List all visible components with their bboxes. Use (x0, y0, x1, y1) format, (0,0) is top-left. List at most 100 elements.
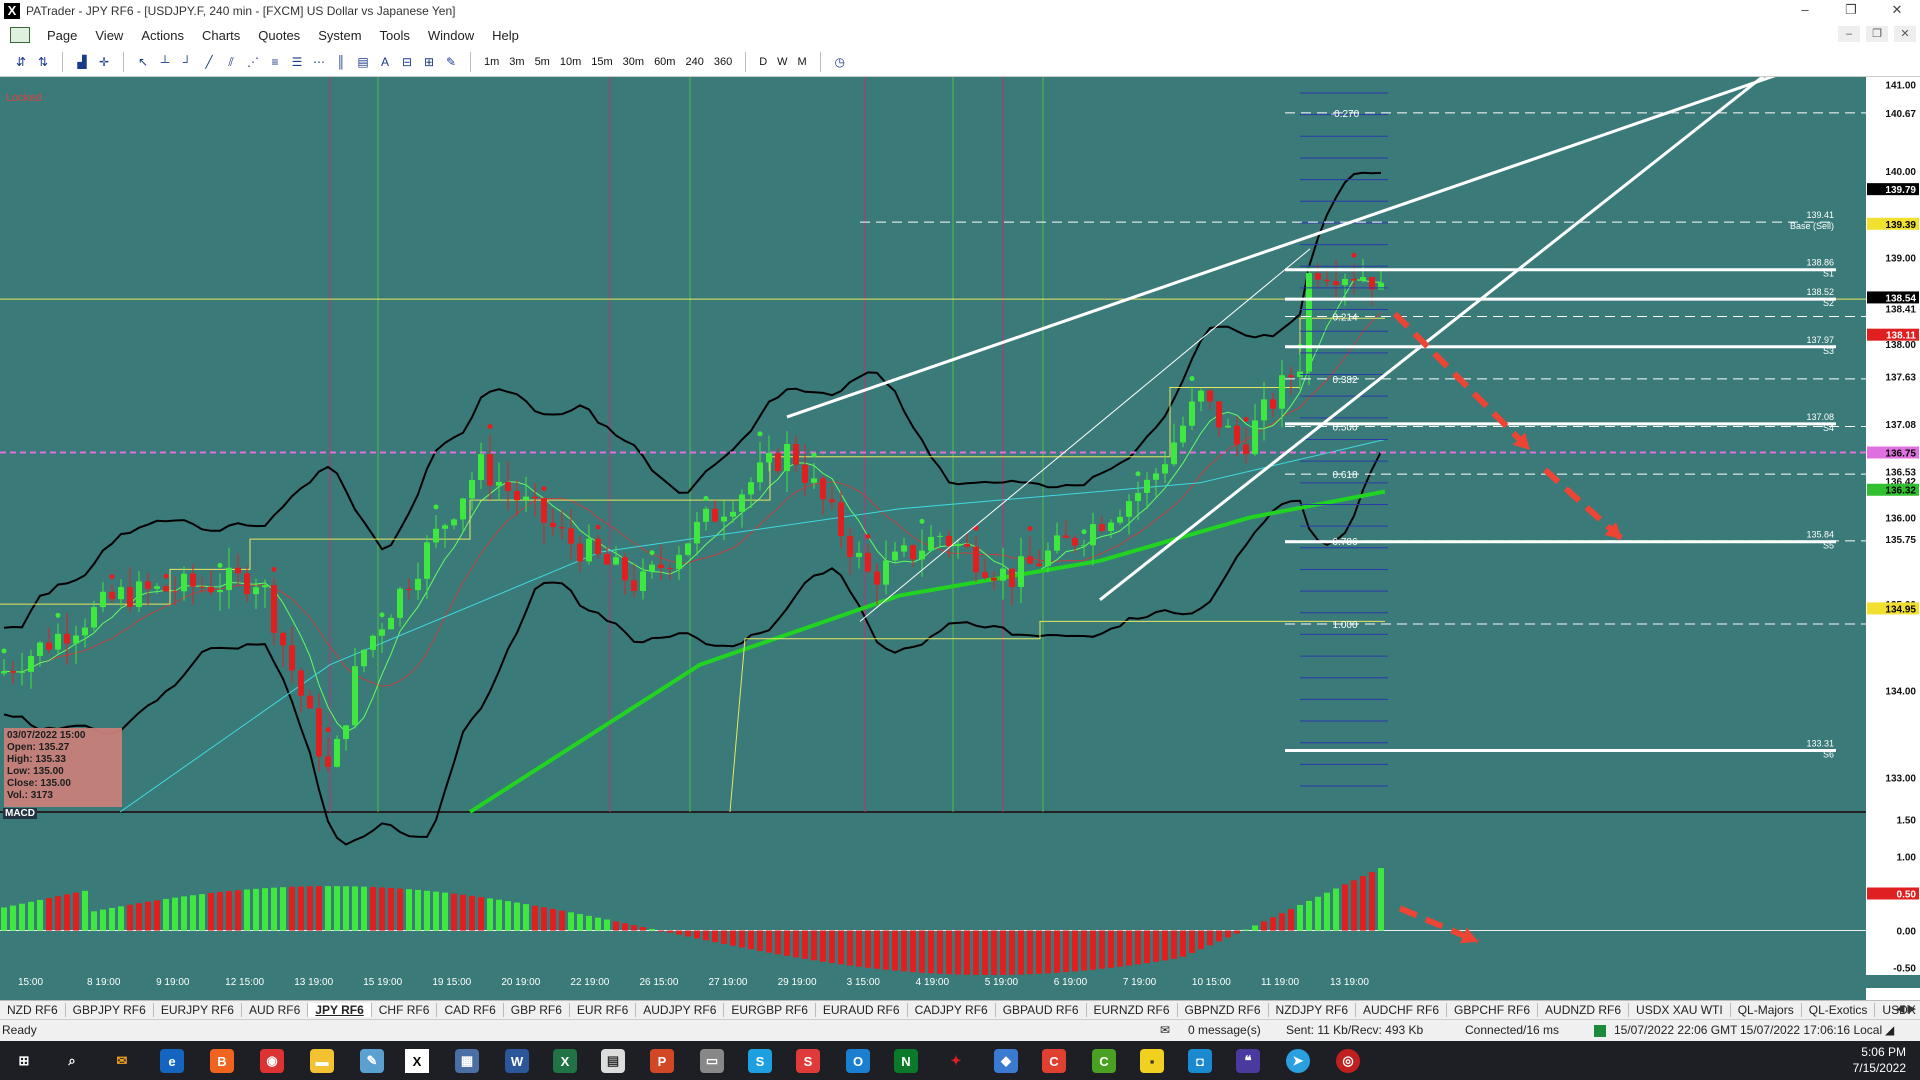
outlook-icon[interactable]: O (846, 1049, 870, 1073)
menu-window[interactable]: Window (419, 28, 483, 43)
tab-chf-rf6[interactable]: CHF RF6 (372, 1003, 438, 1017)
buy-order-icon[interactable]: ⇵ (11, 52, 31, 72)
vertical-line-icon[interactable]: ┘ (177, 52, 197, 72)
text-tool-icon[interactable]: A (375, 52, 395, 72)
skype-icon[interactable]: S (748, 1049, 772, 1073)
channel-icon[interactable]: ⫽ (221, 52, 241, 72)
word-icon[interactable]: W (505, 1049, 529, 1073)
fibonacci-extension-icon[interactable]: ☰ (287, 52, 307, 72)
chart-type-icon[interactable]: ▟ (72, 52, 92, 72)
menu-charts[interactable]: Charts (193, 28, 249, 43)
chart-menu-icon[interactable] (10, 27, 30, 43)
speed-lines-icon[interactable]: ⊟ (397, 52, 417, 72)
price-chart[interactable]: -0.2700.2140.3820.5000.6180.7861.000139.… (0, 77, 1920, 1006)
horizontal-line-icon[interactable]: ┴ (155, 52, 175, 72)
tab-audjpy-rf6[interactable]: AUDJPY RF6 (636, 1003, 725, 1017)
gann-fan-icon[interactable]: ⋯ (309, 52, 329, 72)
tab-gbpchf-rf6[interactable]: GBPCHF RF6 (1447, 1003, 1539, 1017)
period-monthly-button[interactable]: M (793, 56, 812, 68)
tab-gbp-rf6[interactable]: GBP RF6 (504, 1003, 570, 1017)
calendar-app-icon[interactable]: ▤ (601, 1049, 625, 1073)
menu-quotes[interactable]: Quotes (249, 28, 309, 43)
close-button[interactable]: ✕ (1874, 0, 1920, 22)
trendline-icon[interactable]: ╱ (199, 52, 219, 72)
red-bird-icon[interactable]: ✦ (944, 1049, 968, 1073)
minimize-button[interactable]: – (1782, 0, 1828, 22)
restore-button[interactable]: ❐ (1828, 0, 1874, 22)
timeframe-60m-button[interactable]: 60m (649, 56, 680, 68)
tab-aud-rf6[interactable]: AUD RF6 (242, 1003, 309, 1017)
tab-eurjpy-rf6[interactable]: EURJPY RF6 (154, 1003, 242, 1017)
time-cycles-icon[interactable]: ║ (331, 52, 351, 72)
printer-icon[interactable]: ▭ (700, 1049, 724, 1073)
menu-system[interactable]: System (309, 28, 370, 43)
calculator-icon[interactable]: ▦ (455, 1049, 479, 1073)
search-icon[interactable]: ⌕ (60, 1049, 84, 1073)
tab-gbpnzd-rf6[interactable]: GBPNZD RF6 (1178, 1003, 1269, 1017)
chrome-browser-icon[interactable]: ◉ (260, 1049, 284, 1073)
edge-browser-icon[interactable]: e (160, 1049, 184, 1073)
timeframe-5m-button[interactable]: 5m (530, 56, 555, 68)
timeframe-30m-button[interactable]: 30m (618, 56, 649, 68)
powerpoint-icon[interactable]: P (650, 1049, 674, 1073)
timeframe-3m-button[interactable]: 3m (504, 56, 529, 68)
brave-browser-icon[interactable]: B (210, 1049, 234, 1073)
clock-icon[interactable]: ◷ (830, 52, 850, 72)
tab-ql-exotics[interactable]: QL-Exotics (1802, 1003, 1876, 1017)
tab-eurgbp-rf6[interactable]: EURGBP RF6 (724, 1003, 816, 1017)
pivot-levels-icon[interactable]: ▤ (353, 52, 373, 72)
fibonacci-fan-icon[interactable]: ⋰ (243, 52, 263, 72)
period-daily-button[interactable]: D (754, 56, 772, 68)
outlook-bird-icon[interactable]: ✉ (110, 1049, 134, 1073)
menu-actions[interactable]: Actions (132, 28, 193, 43)
green-c-icon[interactable]: C (1092, 1049, 1116, 1073)
file-explorer-icon[interactable]: ▬ (310, 1049, 334, 1073)
tab-nzd-rf6[interactable]: NZD RF6 (0, 1003, 66, 1017)
menu-tools[interactable]: Tools (371, 28, 419, 43)
red-circle-app-icon[interactable]: ◎ (1336, 1049, 1360, 1073)
timeframe-15m-button[interactable]: 15m (586, 56, 617, 68)
tab-ql-majors[interactable]: QL-Majors (1731, 1003, 1802, 1017)
menu-view[interactable]: View (86, 28, 132, 43)
tab-nzdjpy-rf6[interactable]: NZDJPY RF6 (1269, 1003, 1356, 1017)
tab-audchf-rf6[interactable]: AUDCHF RF6 (1356, 1003, 1448, 1017)
fibonacci-retracement-icon[interactable]: ≡ (265, 52, 285, 72)
timeframe-1m-button[interactable]: 1m (479, 56, 504, 68)
tab-eurnzd-rf6[interactable]: EURNZD RF6 (1087, 1003, 1178, 1017)
tab-gbpaud-rf6[interactable]: GBPAUD RF6 (996, 1003, 1087, 1017)
tab-euraud-rf6[interactable]: EURAUD RF6 (816, 1003, 908, 1017)
chart-canvas[interactable]: -0.2700.2140.3820.5000.6180.7861.000139.… (0, 77, 1920, 1000)
pointer-icon[interactable]: ↖ (133, 52, 153, 72)
menu-help[interactable]: Help (483, 28, 528, 43)
stack-app-icon[interactable]: S (796, 1049, 820, 1073)
resize-grip-icon[interactable]: ◢ (1885, 1023, 1894, 1037)
app-stack-icon[interactable]: ◆ (994, 1049, 1018, 1073)
windows-start-icon[interactable]: ⊞ (12, 1049, 36, 1073)
sticky-notes-icon[interactable]: ▪ (1140, 1049, 1164, 1073)
draw-settings-icon[interactable]: ✎ (441, 52, 461, 72)
tab-cad-rf6[interactable]: CAD RF6 (437, 1003, 504, 1017)
tab-eur-rf6[interactable]: EUR RF6 (570, 1003, 637, 1017)
red-c-icon[interactable]: C (1042, 1049, 1066, 1073)
excel-icon[interactable]: X (553, 1049, 577, 1073)
timeframe-10m-button[interactable]: 10m (555, 56, 586, 68)
crosshair-icon[interactable]: ✛ (94, 52, 114, 72)
tab-nav-arrows[interactable]: ◀ ▶ (1896, 1002, 1916, 1015)
period-weekly-button[interactable]: W (772, 56, 792, 68)
teams-app-icon[interactable]: ❝ (1236, 1049, 1260, 1073)
menu-page[interactable]: Page (38, 28, 86, 43)
mdi-restore-button[interactable]: ❐ (1866, 26, 1888, 42)
tab-cadjpy-rf6[interactable]: CADJPY RF6 (908, 1003, 996, 1017)
mdi-close-button[interactable]: ✕ (1894, 26, 1916, 42)
timeframe-240-button[interactable]: 240 (680, 56, 708, 68)
tab-audnzd-rf6[interactable]: AUDNZD RF6 (1538, 1003, 1630, 1017)
sell-order-icon[interactable]: ⇅ (33, 52, 53, 72)
telegram-icon[interactable]: ➤ (1286, 1049, 1310, 1073)
ninja-trader-icon[interactable]: N (894, 1049, 918, 1073)
tab-usdx-xau-wti[interactable]: USDX XAU WTI (1629, 1003, 1731, 1017)
taskbar-clock[interactable]: 5:06 PM 7/15/2022 (1853, 1044, 1906, 1076)
photo-app-icon[interactable]: ◘ (1188, 1049, 1212, 1073)
tab-gbpjpy-rf6[interactable]: GBPJPY RF6 (66, 1003, 154, 1017)
patrader-taskbar-icon[interactable]: X (405, 1049, 429, 1073)
mdi-minimize-button[interactable]: – (1838, 26, 1860, 42)
